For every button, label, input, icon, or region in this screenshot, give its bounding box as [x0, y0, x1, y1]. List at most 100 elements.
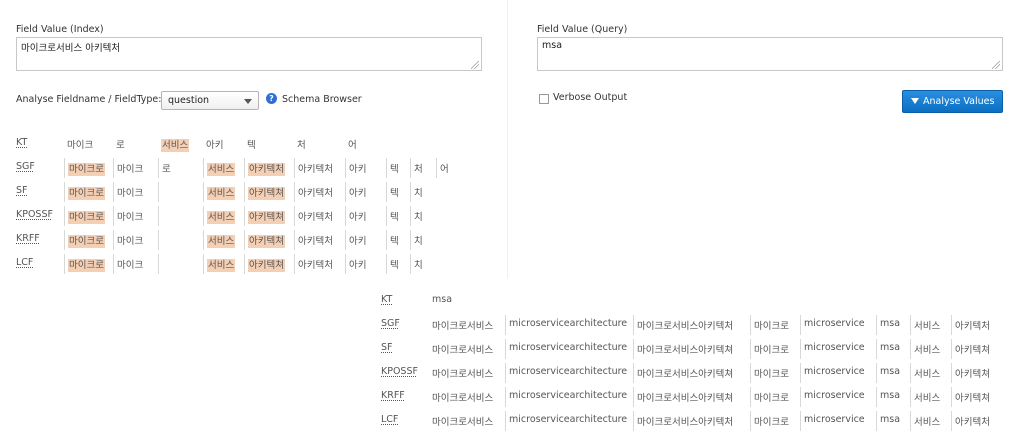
analyzer-name[interactable]: KT: [16, 137, 27, 148]
token-text: 아키텍쳐: [955, 393, 990, 404]
token-cell: 아키텍처: [951, 411, 993, 431]
token-cell: microservicearchitecture: [505, 315, 630, 335]
token-text: 텍: [390, 236, 399, 247]
analyzer-name[interactable]: LCF: [381, 414, 398, 425]
token-text: 서비스: [207, 235, 236, 248]
token-text: 어: [348, 140, 357, 151]
token-cell: 마이크로서비스아키텍쳐: [633, 339, 736, 359]
token-cell: 마이크: [113, 158, 146, 178]
index-pane: Field Value (Index) 마이크로서비스 아키텍처 Analyse…: [0, 0, 508, 278]
analyzer-name[interactable]: KPOSSF: [16, 209, 53, 220]
token-text: msa: [880, 390, 901, 401]
fieldtype-selected-value: question: [168, 95, 210, 106]
analyzer-name[interactable]: SGF: [381, 318, 400, 329]
token-cell: 아키: [203, 134, 226, 154]
token-text: 서비스: [161, 139, 190, 152]
token-text: 로: [162, 164, 171, 175]
token-cell: microservicearchitecture: [505, 339, 630, 359]
verbose-output-checkbox[interactable]: [539, 94, 549, 104]
token-cell: 치: [410, 254, 426, 274]
token-cell: 마이크로서비스: [429, 411, 496, 431]
token-text: microservicearchitecture: [509, 414, 628, 425]
token-cell: 텍: [244, 134, 259, 154]
token-cell: 아키: [345, 230, 369, 250]
query-field-value-textarea[interactable]: msa: [537, 37, 1003, 71]
analyzer-name[interactable]: SGF: [16, 161, 35, 172]
query-analysis-row: KT msa: [0, 291, 1030, 311]
query-pane: Field Value (Query) msa Verbose Output A…: [508, 0, 1032, 120]
token-cell: 아키텍쳐: [951, 387, 993, 407]
token-text: microservicearchitecture: [509, 366, 628, 377]
token-text: 아키텍쳐: [248, 235, 285, 248]
analyzer-name[interactable]: SF: [16, 185, 28, 196]
token-text: msa: [880, 414, 901, 425]
token-text: msa: [880, 318, 901, 329]
schema-browser-link[interactable]: Schema Browser: [282, 94, 362, 105]
analyzer-name[interactable]: LCF: [16, 257, 33, 268]
token-cell: 아키: [345, 254, 369, 274]
resize-grip-icon[interactable]: [471, 61, 479, 69]
token-text: 아키텍처: [298, 260, 333, 271]
token-cell: 아키텍처: [294, 158, 336, 178]
resize-grip-icon[interactable]: [992, 61, 1000, 69]
analyzer-name[interactable]: KRFF: [381, 390, 405, 401]
query-analysis-row: SF 마이크로서비스 microservicearchitecture 마이크로서비스…: [0, 339, 1030, 359]
token-cell: 서비스: [203, 182, 238, 202]
token-cell: 아키: [345, 206, 369, 226]
index-analysis-row: SF 마이크로 마이크 서비스 아키텍쳐 아키텍처 아키 텍 치: [0, 182, 505, 202]
token-text: 아키텍처: [298, 212, 333, 223]
token-cell: 아키텍처: [294, 206, 336, 226]
token-text: 서비스: [914, 369, 941, 380]
token-text: 아키텍처: [955, 417, 990, 428]
token-cell: microservice: [800, 387, 868, 407]
token-text: 서비스: [914, 345, 941, 356]
token-cell: 마이크로: [750, 411, 792, 431]
token-cell: 아키텍처: [294, 230, 336, 250]
token-cell: msa: [876, 411, 903, 431]
token-cell: microservice: [800, 339, 868, 359]
token-cell: [158, 254, 165, 274]
token-cell: microservicearchitecture: [505, 411, 630, 431]
token-cell: 마이크로: [750, 315, 792, 335]
analyzer-name[interactable]: SF: [381, 342, 393, 353]
token-cell: 마이크로: [64, 206, 108, 226]
analyzer-name[interactable]: KT: [381, 294, 392, 305]
token-text: 로: [116, 140, 125, 151]
token-text: 마이크로서비스아키텍처: [637, 417, 734, 428]
token-text: 마이크: [117, 260, 144, 271]
token-cell: 서비스: [910, 411, 943, 431]
token-text: 아키텍쳐: [248, 211, 285, 224]
fieldtype-select[interactable]: question: [161, 91, 259, 110]
token-text: 서비스: [914, 393, 941, 404]
token-cell: msa: [876, 339, 903, 359]
index-field-value-textarea[interactable]: 마이크로서비스 아키텍처: [16, 37, 482, 71]
token-text: msa: [880, 342, 901, 353]
analyse-values-button[interactable]: Analyse Values: [902, 90, 1004, 113]
token-text: 텍: [247, 140, 256, 151]
help-icon[interactable]: ?: [266, 93, 277, 104]
token-cell: 서비스: [910, 339, 943, 359]
token-cell: 아키텍쳐: [244, 206, 288, 226]
token-text: 마이크로서비스: [432, 369, 494, 380]
token-cell: 마이크로서비스아키텍처: [633, 411, 736, 431]
token-cell: microservice: [800, 411, 868, 431]
analyzer-name[interactable]: KRFF: [16, 233, 40, 244]
index-analysis-row: KPOSSF 마이크로 마이크 서비스 아키텍쳐 아키텍처 아키 텍 치: [0, 206, 505, 226]
token-cell: 마이크로서비스: [429, 387, 496, 407]
token-text: 마이크로: [68, 259, 105, 272]
analyzer-name[interactable]: KPOSSF: [381, 366, 418, 377]
token-text: 텍: [390, 260, 399, 271]
token-cell: 아키텍처: [294, 254, 336, 274]
analyse-values-label: Analyse Values: [923, 96, 995, 107]
token-text: 마이크로서비스: [432, 417, 494, 428]
token-cell: 텍: [386, 158, 402, 178]
token-text: microservice: [804, 366, 865, 377]
token-cell: 처: [410, 158, 426, 178]
token-cell: 서비스: [203, 206, 238, 226]
token-cell: 마이크: [113, 206, 146, 226]
token-text: 마이크로: [754, 369, 789, 380]
token-cell: microservice: [800, 315, 868, 335]
token-cell: 아키텍처: [294, 182, 336, 202]
index-analysis-row: LCF 마이크로 마이크 서비스 아키텍쳐 아키텍처 아키 텍 치: [0, 254, 505, 274]
token-text: 아키텍쳐: [248, 187, 285, 200]
